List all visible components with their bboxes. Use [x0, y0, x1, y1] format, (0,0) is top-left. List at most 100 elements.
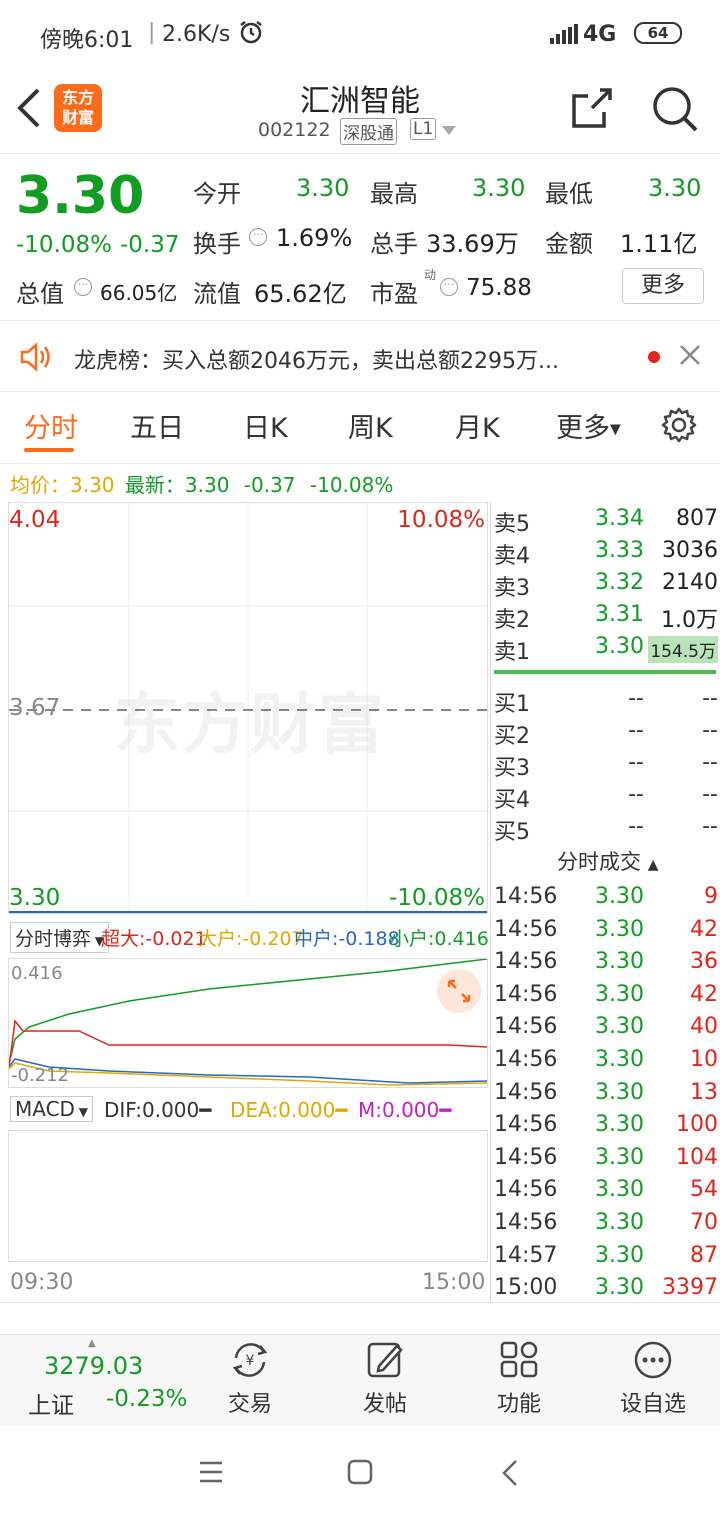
search-icon[interactable] — [650, 84, 700, 138]
signal-icon — [550, 24, 580, 50]
buy-label: 买4 — [494, 788, 530, 813]
sell-volume: 807 — [676, 506, 718, 531]
menu-icon[interactable] — [198, 1460, 224, 1488]
buy-row[interactable]: 买2 -- -- — [494, 718, 718, 750]
pct-axis-bottom: -10.08% — [389, 885, 485, 911]
trade-row[interactable]: 14:56 3.30 36 — [494, 949, 718, 981]
info-icon[interactable]: ··· — [249, 228, 267, 246]
volume-label: 总手 — [370, 230, 418, 258]
pe-label: 市盈 — [370, 280, 418, 308]
quote-panel: 3.30 -10.08% -0.37 今开 3.30 最高 3.30 最低 3.… — [0, 156, 720, 320]
buy-label: 买5 — [494, 820, 530, 845]
panel-divider — [490, 502, 491, 1302]
macd-header: MACD ▼ DIF:0.000━ DEA:0.000━ M:0.000━ — [8, 1092, 488, 1128]
expand-icon[interactable] — [437, 969, 481, 1013]
nav-watchlist-label: 设自选 — [619, 1392, 686, 1417]
alarm-icon — [238, 19, 264, 51]
trade-price: 3.30 — [595, 884, 644, 909]
buy-row[interactable]: 买1 -- -- — [494, 686, 718, 718]
network-type: 4G — [583, 22, 617, 47]
home-icon[interactable] — [347, 1459, 373, 1489]
trade-volume: 87 — [690, 1242, 718, 1268]
nav-function-label: 功能 — [496, 1392, 541, 1417]
trades-title-label: 分时成交 — [557, 850, 641, 874]
sell-row[interactable]: 卖5 3.34 807 — [494, 506, 718, 538]
tab-monthly-k[interactable]: 月K — [455, 406, 500, 445]
nav-function[interactable]: 功能 — [459, 1340, 579, 1418]
back-nav-icon[interactable] — [500, 1459, 520, 1491]
macd-dif: DIF:0.000━ — [104, 1098, 212, 1122]
status-speed: 2.6K/s — [162, 22, 231, 47]
back-icon[interactable] — [14, 86, 44, 134]
trade-price: 3.30 — [595, 1144, 644, 1170]
macd-dea-value: DEA:0.000 — [230, 1098, 336, 1122]
flow-chart[interactable]: 0.416 -0.212 — [8, 958, 488, 1088]
stock-name: 汇洲智能 — [300, 84, 420, 119]
info-icon[interactable]: ··· — [74, 278, 92, 296]
tab-daily-k[interactable]: 日K — [243, 406, 288, 445]
buy-row[interactable]: 买5 -- -- — [494, 814, 718, 846]
trade-volume: 13 — [690, 1079, 718, 1105]
trade-volume: 100 — [676, 1112, 718, 1138]
info-icon[interactable]: ··· — [440, 278, 458, 296]
trade-volume: 9 — [704, 884, 718, 909]
tab-weekly-k[interactable]: 周K — [348, 406, 393, 445]
trades-title[interactable]: 分时成交 ▲ — [557, 846, 658, 876]
trade-row[interactable]: 14:56 3.30 42 — [494, 917, 718, 949]
trade-volume: 70 — [690, 1210, 718, 1235]
flow-mid-label: 中户: — [294, 928, 339, 950]
trade-row[interactable]: 14:56 3.30 9 — [494, 884, 718, 916]
pe-sup: 动 — [424, 268, 437, 282]
notice-bar[interactable]: 龙虎榜：买入总额2046万元，卖出总额2295万... — [0, 320, 720, 392]
nav-post[interactable]: 发帖 — [325, 1340, 445, 1418]
sell-row[interactable]: 卖2 3.31 1.0万 — [494, 602, 718, 634]
open-label: 今开 — [193, 180, 241, 208]
close-icon[interactable] — [678, 343, 702, 371]
macd-chart[interactable] — [8, 1130, 488, 1262]
buy-row[interactable]: 买4 -- -- — [494, 782, 718, 814]
buy-volume: -- — [702, 686, 718, 711]
trade-row[interactable]: 14:56 3.30 100 — [494, 1112, 718, 1144]
y-axis-mid: 3.67 — [9, 695, 61, 721]
trade-row[interactable]: 14:56 3.30 104 — [494, 1145, 718, 1177]
trade-row[interactable]: 14:56 3.30 13 — [494, 1080, 718, 1112]
flow-selector[interactable]: 分时博弈 ▼ — [10, 922, 110, 953]
trade-row[interactable]: 14:56 3.30 10 — [494, 1047, 718, 1079]
more-button[interactable]: 更多 — [622, 268, 704, 304]
sell-price: 3.31 — [595, 602, 644, 627]
trade-row[interactable]: 14:57 3.30 87 — [494, 1243, 718, 1275]
trade-price: 3.30 — [595, 949, 644, 975]
share-icon[interactable] — [570, 86, 614, 134]
trade-row[interactable]: 14:56 3.30 40 — [494, 1014, 718, 1046]
trade-time: 14:56 — [494, 1210, 558, 1235]
sell-row[interactable]: 卖4 3.33 3036 — [494, 538, 718, 570]
buy-row[interactable]: 买3 -- -- — [494, 750, 718, 782]
tab-intraday[interactable]: 分时 — [24, 406, 78, 445]
trade-row[interactable]: 14:56 3.30 70 — [494, 1210, 718, 1242]
dropdown-icon[interactable] — [442, 126, 456, 135]
buy-price: -- — [628, 782, 644, 807]
change-value: -0.37 — [120, 232, 180, 258]
trade-row[interactable]: 14:56 3.30 42 — [494, 982, 718, 1014]
nav-watchlist[interactable]: 设自选 — [593, 1340, 713, 1418]
turnover-value: 1.69% — [276, 224, 353, 252]
tab-more[interactable]: 更多▼ — [556, 406, 621, 445]
tab-five-day[interactable]: 五日 — [130, 406, 184, 445]
settings-icon[interactable] — [660, 406, 698, 448]
stock-code: 002122 — [258, 119, 331, 141]
trade-volume: 36 — [690, 949, 718, 975]
flow-mid: 中户:-0.188 — [294, 924, 400, 951]
sell-row[interactable]: 卖3 3.32 2140 — [494, 570, 718, 602]
macd-selector[interactable]: MACD ▼ — [10, 1096, 93, 1122]
trade-row[interactable]: 14:56 3.30 54 — [494, 1177, 718, 1209]
trade-volume: 54 — [690, 1177, 718, 1203]
index-ticker[interactable]: ▲ 3279.03 上证 -0.23% — [10, 1338, 187, 1422]
sell-row[interactable]: 卖1 3.30 154.5万 — [494, 634, 718, 666]
float-value: 65.62亿 — [254, 280, 347, 308]
intraday-chart[interactable]: 东方财富 4.04 10.08% 3.67 3.30 -10.08% — [8, 502, 488, 914]
latest-pct: -10.08% — [309, 473, 394, 497]
latest-value: 3.30 — [184, 473, 230, 497]
y-axis-top: 4.04 — [9, 507, 61, 533]
amount-label: 金额 — [545, 230, 593, 258]
nav-trade[interactable]: ¥ 交易 — [190, 1340, 310, 1418]
